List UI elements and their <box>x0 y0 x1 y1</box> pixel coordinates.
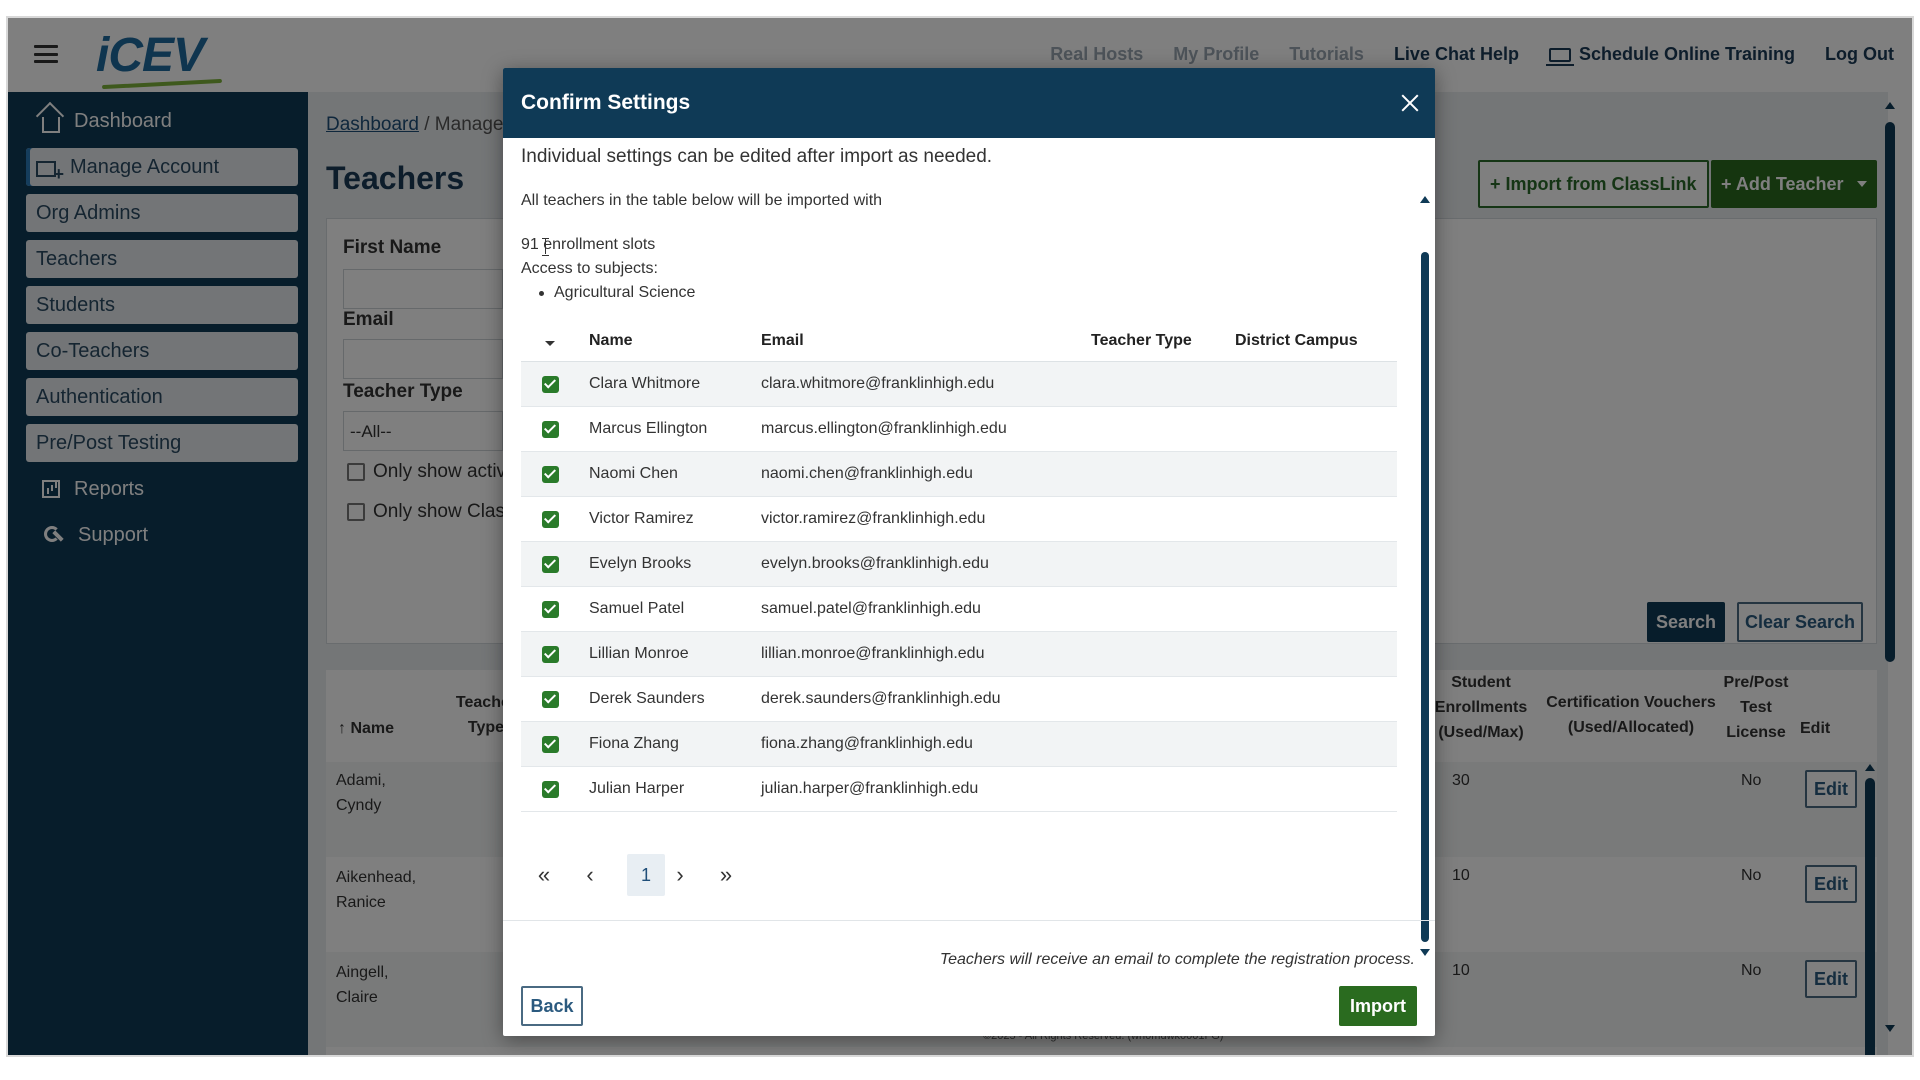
table-row: Derek Saunders derek.saunders@franklinhig… <box>521 677 1397 722</box>
table-row: Julian Harper julian.harper@franklinhigh.… <box>521 767 1397 812</box>
sort-caret-icon[interactable] <box>545 341 555 346</box>
teacher-email: victor.ramirez@franklinhigh.edu <box>761 510 986 527</box>
teacher-name: Naomi Chen <box>589 465 678 482</box>
teacher-name: Fiona Zhang <box>589 735 679 752</box>
modal-title: Confirm Settings <box>521 91 691 114</box>
col-email[interactable]: Email <box>761 332 804 350</box>
modal-footer: Teachers will receive an email to comple… <box>503 920 1435 1036</box>
pagination: « ‹ 1 › » <box>521 854 781 896</box>
row-checkbox[interactable] <box>542 466 559 483</box>
teacher-email: marcus.ellington@franklinhigh.edu <box>761 420 1007 437</box>
modal-subtitle: All teachers in the table below will be … <box>521 192 883 209</box>
teacher-email: julian.harper@franklinhigh.edu <box>761 780 979 797</box>
page-1-button[interactable]: 1 <box>627 854 665 896</box>
teacher-email: samuel.patel@franklinhigh.edu <box>761 600 981 617</box>
confirm-settings-modal: Confirm Settings Individual settings can… <box>503 68 1435 1036</box>
row-checkbox[interactable] <box>542 511 559 528</box>
next-page-button[interactable]: › <box>661 854 699 896</box>
modal-scrollbar[interactable] <box>1419 196 1431 956</box>
teacher-name: Marcus Ellington <box>589 420 708 437</box>
subject-item: Agricultural Science <box>539 284 695 302</box>
last-page-button[interactable]: » <box>707 854 745 896</box>
table-row: Evelyn Brooks evelyn.brooks@franklinhigh.… <box>521 542 1397 587</box>
table-row: Fiona Zhang fiona.zhang@franklinhigh.edu <box>521 722 1397 767</box>
prev-page-button[interactable]: ‹ <box>571 854 609 896</box>
row-checkbox[interactable] <box>542 376 559 393</box>
table-body: Clara Whitmore clara.whitmore@franklinhig… <box>521 362 1397 812</box>
access-label: Access to subjects: <box>521 260 658 277</box>
row-checkbox[interactable] <box>542 646 559 663</box>
row-checkbox[interactable] <box>542 691 559 708</box>
teacher-email: clara.whitmore@franklinhigh.edu <box>761 375 995 392</box>
row-checkbox[interactable] <box>542 781 559 798</box>
table-row: Marcus Ellington marcus.ellington@frankli… <box>521 407 1397 452</box>
teacher-name: Julian Harper <box>589 780 685 797</box>
teacher-name: Clara Whitmore <box>589 375 701 392</box>
modal-header: Confirm Settings <box>503 68 1435 138</box>
first-page-button[interactable]: « <box>525 854 563 896</box>
teacher-name: Victor Ramirez <box>589 510 694 527</box>
col-name[interactable]: Name <box>589 332 633 350</box>
teacher-email: naomi.chen@franklinhigh.edu <box>761 465 973 482</box>
modal-body: Individual settings can be edited after … <box>503 138 1435 920</box>
registration-note: Teachers will receive an email to comple… <box>939 951 1415 968</box>
col-teacher-type[interactable]: Teacher Type <box>1091 332 1192 350</box>
row-checkbox[interactable] <box>542 421 559 438</box>
teacher-name: Lillian Monroe <box>589 645 689 662</box>
teacher-name: Evelyn Brooks <box>589 555 692 572</box>
teacher-name: Samuel Patel <box>589 600 685 617</box>
import-button[interactable]: Import <box>1339 986 1417 1026</box>
import-teachers-table: Name Email Teacher Type District Campus … <box>521 320 1397 812</box>
teacher-email: derek.saunders@franklinhigh.edu <box>761 690 1001 707</box>
table-row: Clara Whitmore clara.whitmore@franklinhig… <box>521 362 1397 407</box>
row-checkbox[interactable] <box>542 601 559 618</box>
table-row: Victor Ramirez victor.ramirez@franklinhig… <box>521 497 1397 542</box>
table-row: Naomi Chen naomi.chen@franklinhigh.edu <box>521 452 1397 497</box>
teacher-email: evelyn.brooks@franklinhigh.edu <box>761 555 989 572</box>
row-checkbox[interactable] <box>542 736 559 753</box>
table-row: Lillian Monroe lillian.monroe@franklinhig… <box>521 632 1397 677</box>
close-icon[interactable] <box>1397 90 1423 116</box>
teacher-name: Derek Saunders <box>589 690 705 707</box>
modal-intro: Individual settings can be edited after … <box>521 146 993 167</box>
app-window: iCEV Real Hosts My Profile Tutorials Liv… <box>8 18 1912 1055</box>
teacher-email: lillian.monroe@franklinhigh.edu <box>761 645 985 662</box>
teacher-email: fiona.zhang@franklinhigh.edu <box>761 735 973 752</box>
text-cursor-icon <box>542 238 550 256</box>
col-district-campus[interactable]: District Campus <box>1235 332 1358 350</box>
table-row: Samuel Patel samuel.patel@franklinhigh.ed… <box>521 587 1397 632</box>
row-checkbox[interactable] <box>542 556 559 573</box>
back-button[interactable]: Back <box>521 986 583 1026</box>
table-header: Name Email Teacher Type District Campus <box>521 320 1397 362</box>
